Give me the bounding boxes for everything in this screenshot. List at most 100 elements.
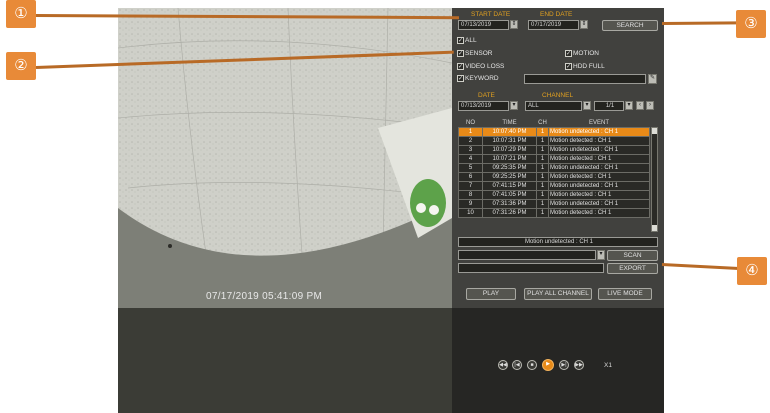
checkbox-checked-icon: ✓ xyxy=(457,63,464,70)
play-button[interactable]: PLAY xyxy=(466,288,516,300)
row-event: Motion undetected : CH 1 xyxy=(548,126,650,137)
scroll-down-icon[interactable] xyxy=(652,225,657,231)
row-no: 10 xyxy=(458,207,483,218)
feed-timestamp: 07/17/2019 05:41:09 PM xyxy=(206,291,323,302)
row-ch: 1 xyxy=(536,198,549,209)
keyword-input[interactable] xyxy=(524,74,646,84)
stop-icon[interactable]: ■ xyxy=(527,360,537,370)
selected-event-field: Motion undetected : CH 1 xyxy=(458,237,658,247)
play-icon[interactable]: ▶ xyxy=(542,359,554,371)
start-date-stepper[interactable]: ⇕ xyxy=(510,20,518,29)
search-button[interactable]: SEARCH xyxy=(602,20,658,31)
scan-path-field[interactable] xyxy=(458,250,596,260)
export-button[interactable]: EXPORT xyxy=(607,263,658,274)
checkbox-checked-icon: ✓ xyxy=(457,50,464,57)
callout-badge-2: ② xyxy=(6,52,36,80)
table-row[interactable]: 3 10:07:29 PM 1 Motion undetected : CH 1 xyxy=(458,144,650,155)
row-time: 07:31:26 PM xyxy=(482,207,537,218)
scroll-up-icon[interactable] xyxy=(652,128,657,134)
header-ch: CH xyxy=(538,119,547,126)
row-ch: 1 xyxy=(536,135,549,146)
table-row[interactable]: 10 07:31:26 PM 1 Motion detected : CH 1 xyxy=(458,207,650,218)
filter-all-label: ALL xyxy=(465,37,477,44)
row-ch: 1 xyxy=(536,189,549,200)
row-event: Motion detected : CH 1 xyxy=(548,189,650,200)
table-header: NO TIME CH EVENT xyxy=(459,119,650,127)
prev-page-icon[interactable]: ‹ xyxy=(636,101,644,110)
table-row[interactable]: 4 10:07:21 PM 1 Motion detected : CH 1 xyxy=(458,153,650,164)
row-no: 5 xyxy=(458,162,483,173)
filter-hdd-full[interactable]: ✓ HDD FULL xyxy=(565,63,605,70)
row-time: 09:25:25 PM xyxy=(482,171,537,182)
checkbox-checked-icon: ✓ xyxy=(565,63,572,70)
filter-motion-label: MOTION xyxy=(573,50,599,57)
row-event: Motion detected : CH 1 xyxy=(548,207,650,218)
row-ch: 1 xyxy=(536,207,549,218)
table-row[interactable]: 8 07:41:05 PM 1 Motion detected : CH 1 xyxy=(458,189,650,200)
table-row[interactable]: 6 09:25:25 PM 1 Motion detected : CH 1 xyxy=(458,171,650,182)
callout-badge-1: ① xyxy=(6,0,36,28)
row-event: Motion undetected : CH 1 xyxy=(548,144,650,155)
channel-select[interactable]: ALL xyxy=(525,101,582,111)
start-date-field[interactable]: 07/13/2019 xyxy=(458,20,509,30)
chevron-down-icon[interactable]: ▾ xyxy=(583,101,591,110)
table-row[interactable]: 2 10:07:31 PM 1 Motion detected : CH 1 xyxy=(458,135,650,146)
table-row[interactable]: 5 09:25:35 PM 1 Motion undetected : CH 1 xyxy=(458,162,650,173)
date-select[interactable]: 07/13/2019 xyxy=(458,101,509,111)
fast-forward-icon[interactable]: ▶▶ xyxy=(574,360,584,370)
chevron-down-icon[interactable]: ▾ xyxy=(625,101,633,110)
row-no: 9 xyxy=(458,198,483,209)
channel-label: CHANNEL xyxy=(542,92,574,99)
row-no: 1 xyxy=(458,126,483,137)
row-ch: 1 xyxy=(536,144,549,155)
export-path-field[interactable] xyxy=(458,263,604,273)
row-time: 10:07:31 PM xyxy=(482,135,537,146)
row-ch: 1 xyxy=(536,180,549,191)
live-mode-button[interactable]: LIVE MODE xyxy=(598,288,652,300)
end-date-stepper[interactable]: ⇕ xyxy=(580,20,588,29)
row-no: 7 xyxy=(458,180,483,191)
filter-all[interactable]: ✓ ALL xyxy=(457,37,477,44)
feed-bottom-area xyxy=(118,308,452,413)
row-event: Motion detected : CH 1 xyxy=(548,171,650,182)
row-no: 6 xyxy=(458,171,483,182)
row-ch: 1 xyxy=(536,171,549,182)
callout-badge-3: ③ xyxy=(736,10,766,38)
end-date-field[interactable]: 07/17/2019 xyxy=(528,20,579,30)
filter-motion[interactable]: ✓ MOTION xyxy=(565,50,599,57)
table-scrollbar[interactable] xyxy=(651,127,658,232)
event-table: NO TIME CH EVENT 1 10:07:40 PM 1 Motion und… xyxy=(458,119,650,218)
checkbox-checked-icon: ✓ xyxy=(457,37,464,44)
page-select[interactable]: 1/1 xyxy=(594,101,624,111)
date-label: DATE xyxy=(478,92,495,99)
row-time: 07:31:36 PM xyxy=(482,198,537,209)
filter-keyword[interactable]: ✓ KEYWORD xyxy=(457,75,499,82)
table-row[interactable]: 7 07:41:15 PM 1 Motion undetected : CH 1 xyxy=(458,180,650,191)
keyboard-icon[interactable]: ✎ xyxy=(648,74,657,84)
chevron-down-icon[interactable]: ▾ xyxy=(510,101,518,110)
filter-video-loss[interactable]: ✓ VIDEO LOSS xyxy=(457,63,504,70)
row-time: 10:07:29 PM xyxy=(482,144,537,155)
row-event: Motion undetected : CH 1 xyxy=(548,180,650,191)
table-row[interactable]: 9 07:31:36 PM 1 Motion undetected : CH 1 xyxy=(458,198,650,209)
rewind-icon[interactable]: ◀◀ xyxy=(498,360,508,370)
filter-hdd-full-label: HDD FULL xyxy=(573,63,605,70)
row-event: Motion detected : CH 1 xyxy=(548,153,650,164)
next-page-icon[interactable]: › xyxy=(646,101,654,110)
filter-video-loss-label: VIDEO LOSS xyxy=(465,63,505,70)
chevron-down-icon[interactable]: ▾ xyxy=(597,250,605,260)
step-forward-icon[interactable]: ▶| xyxy=(559,360,569,370)
table-row[interactable]: 1 10:07:40 PM 1 Motion undetected : CH 1 xyxy=(458,126,650,137)
row-no: 4 xyxy=(458,153,483,164)
checkbox-checked-icon: ✓ xyxy=(457,75,464,82)
search-panel: START DATE END DATE 07/13/2019 ⇕ 07/17/2… xyxy=(452,8,664,308)
row-no: 8 xyxy=(458,189,483,200)
row-no: 2 xyxy=(458,135,483,146)
filter-sensor[interactable]: ✓ SENSOR xyxy=(457,50,492,57)
play-all-channel-button[interactable]: PLAY ALL CHANNEL xyxy=(524,288,592,300)
row-time: 07:41:15 PM xyxy=(482,180,537,191)
row-time: 10:07:21 PM xyxy=(482,153,537,164)
scan-button[interactable]: SCAN xyxy=(607,250,658,261)
row-time: 07:41:05 PM xyxy=(482,189,537,200)
step-back-icon[interactable]: |◀ xyxy=(512,360,522,370)
